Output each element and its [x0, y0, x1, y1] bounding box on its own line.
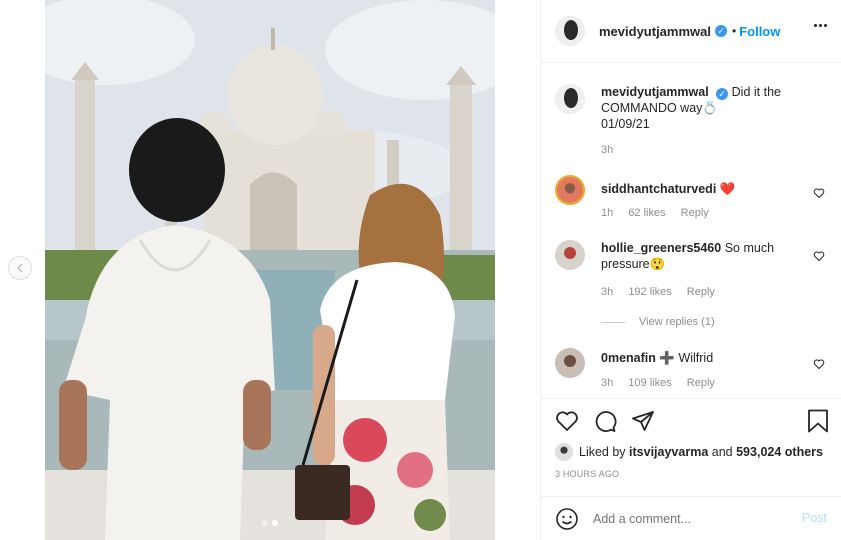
carousel-indicator — [45, 520, 495, 526]
comment-username[interactable]: siddhantchaturvedi — [601, 182, 716, 196]
comment-time[interactable]: 1h — [601, 207, 613, 219]
commenter-avatar[interactable] — [555, 175, 585, 205]
comment-username[interactable]: hollie_greeners5460 — [601, 241, 721, 255]
post-actions: Liked by itsvijayvarma and 593,024 other… — [541, 398, 841, 540]
view-replies-label: View replies (1) — [639, 316, 715, 328]
author-username[interactable]: mevidyutjammwal — [599, 24, 711, 39]
comment-likes[interactable]: 192 likes — [628, 286, 671, 298]
carousel-dot — [262, 520, 268, 526]
likes-summary: Liked by itsvijayvarma and 593,024 other… — [555, 443, 823, 461]
commenter-avatar[interactable] — [555, 240, 585, 270]
post-header: mevidyutjammwal ✓ • Follow — [541, 0, 841, 63]
add-comment-bar: Post — [541, 496, 841, 540]
caption-body: mevidyutjammwal ✓ Did it the COMMANDO wa… — [601, 84, 811, 132]
caption-username[interactable]: mevidyutjammwal — [601, 85, 709, 99]
avatar-image — [555, 348, 585, 378]
caption-date: 01/09/21 — [601, 117, 650, 131]
post-comment-button[interactable]: Post — [802, 511, 827, 525]
comment-emoji: ➕ — [659, 351, 675, 365]
comment-like-icon[interactable] — [813, 250, 825, 262]
carousel-dot-active — [272, 520, 278, 526]
comment-meta: 1h 62 likes Reply — [601, 207, 721, 219]
avatar-image — [555, 84, 585, 114]
likes-count[interactable]: 593,024 others — [736, 445, 823, 459]
reply-button[interactable]: Reply — [687, 286, 715, 298]
comment-body: siddhantchaturvedi ❤️ — [601, 181, 811, 197]
caption-meta: 3h — [601, 144, 625, 156]
more-options-icon[interactable] — [814, 24, 827, 27]
caption-time[interactable]: 3h — [601, 144, 613, 156]
bookmark-icon[interactable] — [807, 409, 829, 433]
comment-username[interactable]: 0menafin — [601, 351, 656, 365]
liked-by-user[interactable]: itsvijayvarma — [629, 445, 708, 459]
avatar-image — [555, 16, 585, 46]
chevron-left-icon — [16, 263, 23, 273]
follow-button[interactable]: Follow — [739, 24, 780, 39]
share-icon[interactable] — [631, 409, 655, 433]
emoji-icon[interactable] — [555, 507, 579, 531]
avatar-image — [557, 177, 583, 203]
comments-list: mevidyutjammwal ✓ Did it the COMMANDO wa… — [541, 64, 841, 398]
comment-input[interactable] — [593, 512, 793, 526]
replies-divider — [601, 321, 625, 323]
author-avatar[interactable] — [555, 84, 585, 114]
separator: • — [732, 24, 737, 38]
liked-by-and: and — [711, 445, 733, 459]
comment-emoji: 😲 — [649, 257, 666, 271]
comment-body: 0menafin ➕ Wilfrid — [601, 350, 811, 366]
comment-likes[interactable]: 109 likes — [628, 377, 671, 389]
comment-text: Wilfrid — [678, 351, 714, 365]
avatar-image — [555, 443, 573, 461]
action-bar — [555, 409, 655, 433]
comment-body: hollie_greeners5460 So much pressure😲 — [601, 240, 811, 272]
comment-time[interactable]: 3h — [601, 377, 613, 389]
avatar-image — [555, 240, 585, 270]
comment-meta: 3h 109 likes Reply — [601, 377, 727, 389]
previous-post-button[interactable] — [8, 256, 32, 280]
heart-icon[interactable] — [555, 409, 579, 433]
verified-badge-icon: ✓ — [716, 88, 729, 100]
post-timestamp[interactable]: 3 HOURS AGO — [555, 469, 619, 479]
view-replies-button[interactable]: View replies (1) — [601, 316, 715, 328]
reply-button[interactable]: Reply — [687, 377, 715, 389]
comment-like-icon[interactable] — [813, 358, 825, 370]
commenter-avatar[interactable] — [555, 348, 585, 378]
post-image[interactable] — [45, 0, 495, 540]
comment-emoji: ❤️ — [719, 182, 736, 196]
comment-likes[interactable]: 62 likes — [628, 207, 665, 219]
comment-time[interactable]: 3h — [601, 286, 613, 298]
reply-button[interactable]: Reply — [681, 207, 709, 219]
post-side-panel: mevidyutjammwal ✓ • Follow mevidyutjammw… — [540, 0, 841, 540]
post-modal: mevidyutjammwal ✓ • Follow mevidyutjammw… — [0, 0, 841, 540]
post-photo-illustration — [45, 0, 495, 540]
verified-badge-icon: ✓ — [715, 25, 727, 37]
author-avatar[interactable] — [555, 16, 585, 46]
liker-avatar[interactable] — [555, 443, 573, 461]
ring-emoji: 💍 — [702, 101, 718, 115]
comment-like-icon[interactable] — [813, 187, 825, 199]
comment-meta: 3h 192 likes Reply — [601, 286, 727, 298]
comment-icon[interactable] — [593, 409, 617, 433]
liked-by-prefix: Liked by — [579, 445, 626, 459]
